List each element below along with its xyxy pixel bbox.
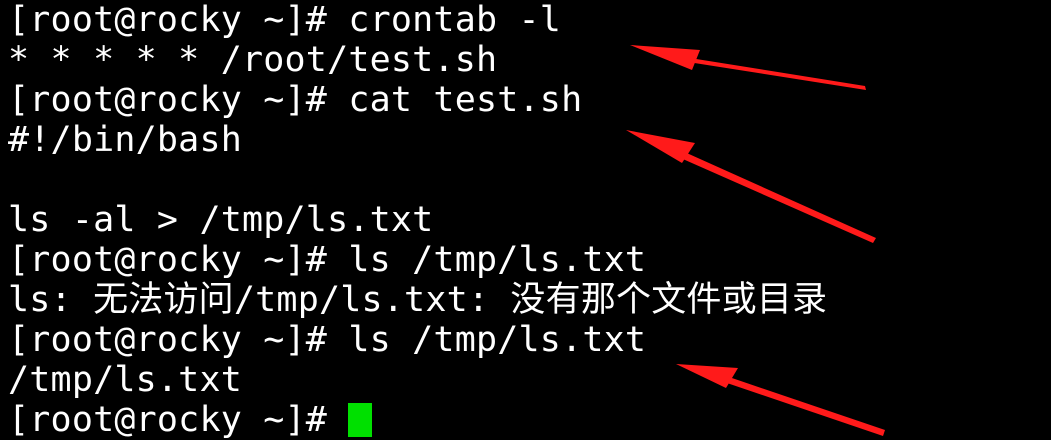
terminal-window[interactable]: [root@rocky ~]# crontab -l * * * * * /ro… xyxy=(0,0,1055,440)
arrow-to-ls-result-icon xyxy=(676,364,885,436)
arrow-to-crontab-entry-icon xyxy=(630,45,866,90)
annotation-arrows xyxy=(626,45,885,436)
arrow-to-script-content-icon xyxy=(626,130,876,243)
window-edge xyxy=(1051,0,1055,440)
